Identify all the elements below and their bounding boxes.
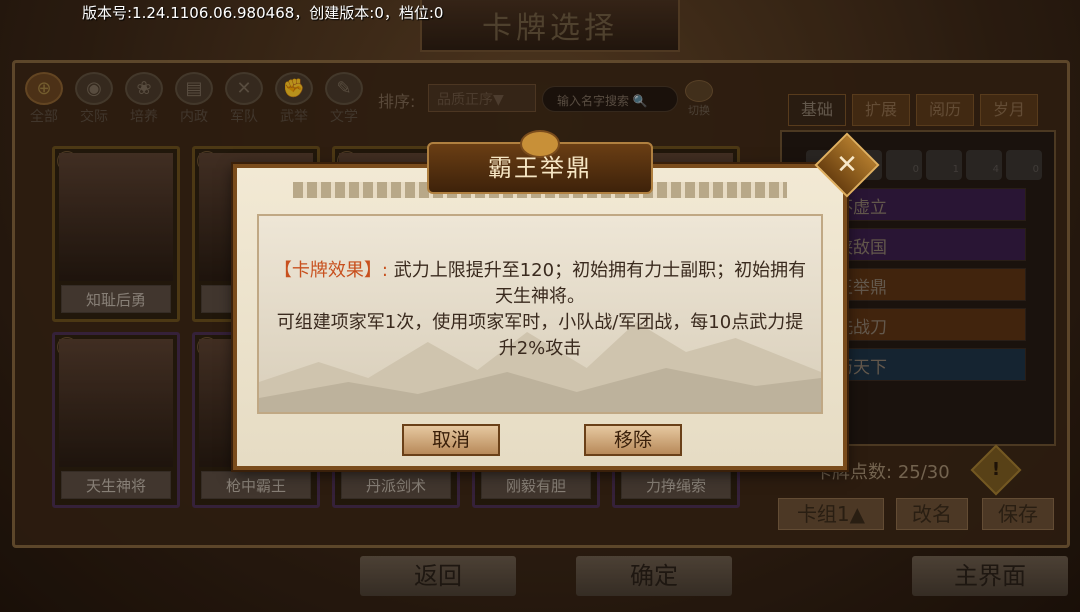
- effect-description: 【卡牌效果】: 武力上限提升至120；初始拥有力士副职；初始拥有天生神将。 可组…: [273, 258, 807, 362]
- card-detail-dialog: 【卡牌效果】: 武力上限提升至120；初始拥有力士副职；初始拥有天生神将。 可组…: [233, 164, 847, 470]
- effect-text-2: 可组建项家军1次，使用项家军时，小队战/军团战，每10点武力提升2%攻击: [276, 312, 804, 359]
- cancel-button[interactable]: 取消: [402, 424, 500, 456]
- close-icon: ✕: [836, 150, 858, 180]
- effect-label: 【卡牌效果】:: [273, 260, 388, 281]
- dialog-content: 【卡牌效果】: 武力上限提升至120；初始拥有力士副职；初始拥有天生神将。 可组…: [257, 214, 823, 414]
- version-text: 版本号:1.24.1106.06.980468，创建版本:0，档位:0: [82, 4, 444, 22]
- remove-button[interactable]: 移除: [584, 424, 682, 456]
- dialog-title: 霸王举鼎: [427, 130, 653, 194]
- dialog-title-text: 霸王举鼎: [488, 154, 592, 182]
- effect-text: 武力上限提升至120；初始拥有力士副职；初始拥有天生神将。: [393, 260, 807, 307]
